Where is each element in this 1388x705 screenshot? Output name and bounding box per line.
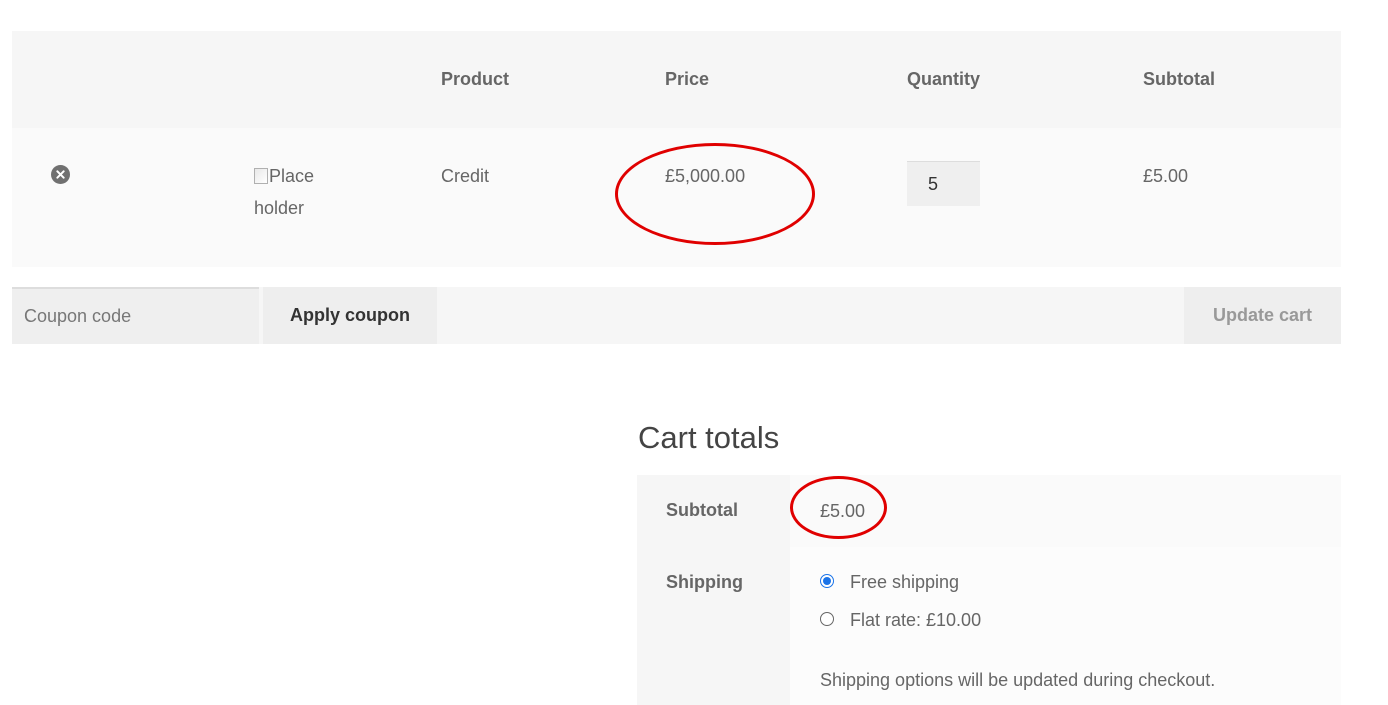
cart-actions: Apply coupon Update cart bbox=[12, 287, 1341, 344]
thumbnail-alt-line1: Place bbox=[269, 166, 315, 186]
product-thumbnail[interactable]: Place holder bbox=[254, 160, 374, 224]
thumbnail-alt-line2: holder bbox=[254, 198, 305, 218]
cart-item-row: Place holder Credit £5,000.00 £5.00 bbox=[12, 128, 1341, 267]
product-subtotal: £5.00 bbox=[1143, 166, 1189, 186]
remove-item-button[interactable] bbox=[51, 165, 70, 184]
apply-coupon-button[interactable]: Apply coupon bbox=[263, 287, 437, 344]
update-cart-button[interactable]: Update cart bbox=[1184, 287, 1341, 344]
close-circle-icon bbox=[56, 170, 65, 179]
flat-rate-label[interactable]: Flat rate: £10.00 bbox=[850, 610, 981, 631]
free-shipping-label[interactable]: Free shipping bbox=[850, 572, 959, 593]
broken-image-icon bbox=[254, 168, 268, 184]
flat-rate-radio[interactable] bbox=[820, 612, 834, 626]
subtotal-value: £5.00 bbox=[820, 501, 866, 521]
header-quantity: Quantity bbox=[907, 69, 981, 89]
shipping-label: Shipping bbox=[666, 572, 743, 592]
shipping-note: Shipping options will be updated during … bbox=[820, 670, 1216, 690]
quantity-input[interactable] bbox=[907, 161, 980, 206]
coupon-code-input[interactable] bbox=[12, 287, 259, 344]
product-price: £5,000.00 bbox=[665, 166, 746, 186]
cart-table: Product Price Quantity Subtotal Place ho… bbox=[12, 31, 1341, 267]
cart-table-header: Product Price Quantity Subtotal bbox=[12, 31, 1341, 128]
free-shipping-radio[interactable] bbox=[820, 574, 834, 588]
product-name-link[interactable]: Credit bbox=[441, 166, 489, 187]
header-product: Product bbox=[441, 69, 510, 89]
cart-totals-title: Cart totals bbox=[638, 420, 780, 455]
subtotal-value-cell bbox=[790, 475, 1341, 547]
subtotal-label: Subtotal bbox=[666, 500, 738, 520]
header-price: Price bbox=[665, 69, 710, 89]
cart-totals-table: Subtotal £5.00 Shipping Free shipping Fl… bbox=[637, 475, 1341, 705]
header-subtotal: Subtotal bbox=[1143, 69, 1215, 89]
